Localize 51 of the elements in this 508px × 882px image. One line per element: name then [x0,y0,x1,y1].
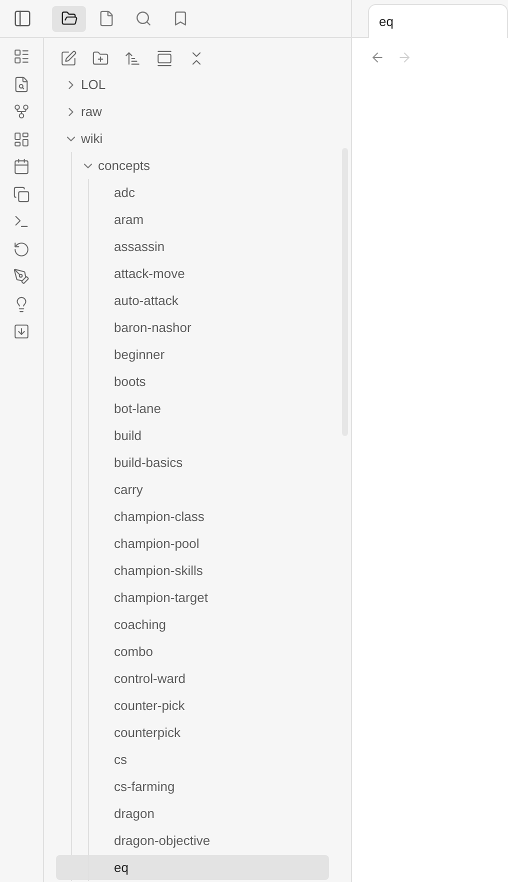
file-item[interactable]: build [56,423,329,448]
file-item[interactable]: carry [56,477,329,502]
file-item[interactable]: adc [56,180,329,205]
copy-icon[interactable] [13,186,30,202]
list-icon[interactable] [13,48,30,65]
file-item[interactable]: combo [56,639,329,664]
dashboard-icon[interactable] [13,130,30,148]
file-item[interactable]: aram [56,207,329,232]
graph-icon[interactable] [13,103,30,120]
file-item[interactable]: champion-class [56,504,329,529]
file-icon [98,10,114,27]
file-search-icon[interactable] [13,76,30,92]
new-note-icon[interactable] [60,50,77,66]
import-icon[interactable] [13,323,30,340]
file-item[interactable]: counter-pick [56,693,329,718]
file-item[interactable]: dragon-objective [56,828,329,853]
sort-icon[interactable] [124,50,141,66]
folder-name[interactable]: wiki [81,128,103,148]
pen-icon[interactable] [13,268,30,285]
file-item[interactable]: auto-attack [56,288,329,313]
new-folder-icon[interactable] [92,50,109,66]
file-item[interactable]: counterpick [56,720,329,745]
calendar-icon[interactable] [13,158,30,175]
file-item[interactable]: cs [56,747,329,772]
file-item[interactable]: champion-pool [56,531,329,556]
back-icon[interactable] [370,50,385,64]
file-item[interactable]: bot-lane [56,396,329,421]
file-item[interactable]: control-ward [56,666,329,691]
file-item[interactable]: beginner [56,342,329,367]
sidebar-tab[interactable] [52,6,86,32]
file-item[interactable]: coaching [56,612,329,637]
file-item[interactable]: attack-move [56,261,329,286]
file-item[interactable]: champion-target [56,585,329,610]
folder-name[interactable]: raw [81,102,102,122]
folder-icon [60,10,78,27]
editor-tab[interactable]: eq [368,4,508,38]
file-item[interactable]: build-basics [56,450,329,475]
undo-icon[interactable] [13,240,30,258]
file-item[interactable]: assassin [56,234,329,259]
file-item[interactable]: boots [56,369,329,394]
file-item[interactable]: dragon [56,801,329,826]
folder-name[interactable]: concepts [98,156,150,176]
file-item[interactable]: cs-farming [56,774,329,799]
terminal-icon[interactable] [13,213,30,230]
file-item[interactable]: eq [56,855,329,880]
file-item[interactable]: baron-nashor [56,315,329,340]
folder-name[interactable]: LOL [81,74,106,94]
search-icon [134,10,152,27]
file-item[interactable]: champion-skills [56,558,329,583]
sidebar-toggle-icon[interactable] [12,9,32,28]
reveal-icon[interactable] [156,50,173,66]
